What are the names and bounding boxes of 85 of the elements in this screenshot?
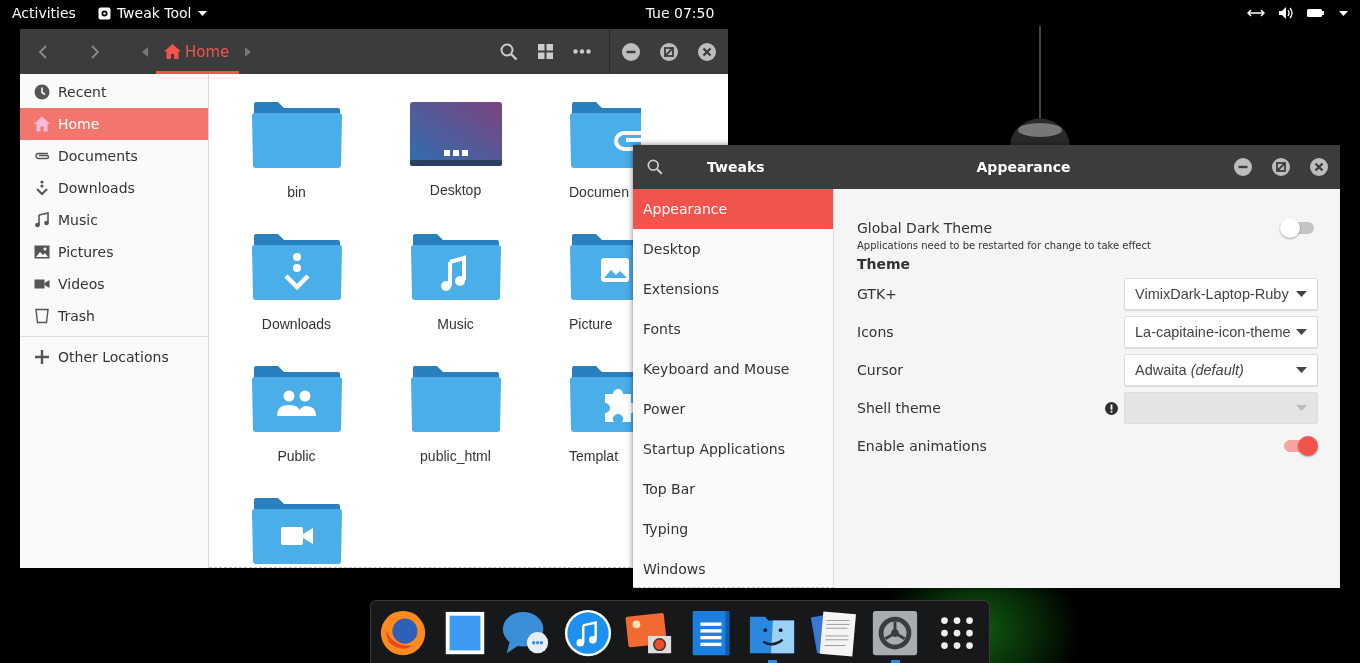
folder-name: public_html <box>420 448 491 464</box>
sidebar-item[interactable]: Pictures <box>20 236 208 268</box>
app-menu[interactable]: Tweak Tool <box>97 5 207 21</box>
dropdown[interactable]: Adwaita (default) <box>1124 354 1318 386</box>
sidebar-item[interactable]: Fonts <box>633 309 833 349</box>
window-title: Tweaks <box>707 159 765 175</box>
activities-button[interactable]: Activities <box>12 5 76 21</box>
folder-name: Documen <box>569 184 629 200</box>
caret-icon <box>1296 329 1307 335</box>
dropdown[interactable]: VimixDark-Laptop-Ruby <box>1124 278 1318 310</box>
dropdown[interactable]: La-capitaine-icon-theme <box>1124 316 1318 348</box>
close-icon[interactable] <box>698 42 716 61</box>
folder-name: Music <box>437 316 474 332</box>
picture-icon <box>34 244 50 260</box>
music-icon <box>34 212 50 228</box>
folder-download-icon[interactable] <box>250 234 343 300</box>
clock-icon <box>34 84 50 100</box>
sidebar-item[interactable]: Music <box>20 204 208 236</box>
sidebar-item[interactable]: Startup Applications <box>633 429 833 469</box>
caret-icon <box>1296 367 1307 373</box>
sidebar-item[interactable]: Power <box>633 389 833 429</box>
minimize-icon[interactable] <box>1234 158 1252 176</box>
sidebar-item[interactable]: Keyboard and Mouse <box>633 349 833 389</box>
plus-icon <box>34 349 50 365</box>
page-title: Appearance <box>975 159 1072 175</box>
scroll-left-icon[interactable] <box>142 46 148 57</box>
grid-view-icon[interactable] <box>538 44 553 59</box>
trash-icon <box>34 308 50 324</box>
folder-name: Downloads <box>261 316 332 332</box>
more-icon[interactable] <box>573 49 591 54</box>
home-icon <box>34 116 50 132</box>
caret-icon <box>197 10 207 16</box>
sidebar-item[interactable]: Top Bar <box>633 469 833 509</box>
app-icon <box>97 6 111 20</box>
folder-people-icon[interactable] <box>250 366 343 432</box>
back-icon[interactable] <box>38 43 48 60</box>
sidebar-item[interactable]: Typing <box>633 509 833 549</box>
sidebar-item[interactable]: Recent <box>20 76 208 108</box>
caret-icon <box>1296 405 1307 411</box>
folder-clip-icon[interactable] <box>569 102 641 168</box>
browser-icon[interactable] <box>378 609 428 658</box>
close-icon[interactable] <box>1310 158 1328 176</box>
folder-plain-icon[interactable] <box>250 102 343 168</box>
setting-note: Applications need to be restarted for change to take effect <box>857 240 1152 251</box>
volume-icon[interactable] <box>1279 7 1293 19</box>
music-icon[interactable] <box>562 609 613 658</box>
notes-icon[interactable] <box>808 609 859 658</box>
home-icon <box>164 44 181 59</box>
sidebar-item[interactable]: Other Locations <box>20 341 208 373</box>
setting-label: GTK+ <box>857 286 897 302</box>
sidebar-item[interactable]: Extensions <box>633 269 833 309</box>
forward-icon[interactable] <box>90 43 100 60</box>
setting-label: Global Dark Theme <box>857 220 993 236</box>
folder-video-icon[interactable] <box>250 498 343 564</box>
folder-music-icon[interactable] <box>409 234 502 300</box>
folder-name: Public <box>277 448 316 464</box>
setting-label: Enable animations <box>857 438 987 454</box>
scroll-right-icon[interactable] <box>245 46 252 57</box>
folder-name: Templat <box>569 448 619 464</box>
folder-name: bin <box>287 184 306 200</box>
maximize-icon[interactable] <box>1272 158 1290 176</box>
sidebar-item[interactable]: Downloads <box>20 172 208 204</box>
setting-label: Shell theme <box>857 400 941 416</box>
section-heading: Theme <box>857 255 912 274</box>
search-icon[interactable] <box>647 159 663 175</box>
desktop-icon[interactable] <box>409 102 502 166</box>
download-icon <box>34 180 50 196</box>
battery-icon[interactable] <box>1307 8 1325 18</box>
folder-name: Desktop <box>429 182 482 198</box>
caret-icon[interactable] <box>1339 10 1348 16</box>
network-icon[interactable] <box>1247 8 1265 18</box>
setting-label: Icons <box>857 324 894 340</box>
clock[interactable]: Tue 07:50 <box>645 5 715 21</box>
maximize-icon[interactable] <box>660 42 678 61</box>
sidebar-item[interactable]: Desktop <box>633 229 833 269</box>
folder-name: Picture <box>569 316 613 332</box>
minimize-icon[interactable] <box>622 42 640 61</box>
search-icon[interactable] <box>500 42 518 61</box>
sidebar-item[interactable]: Windows <box>633 549 833 589</box>
sidebar-item[interactable]: Documents <box>20 140 208 172</box>
sidebar-item[interactable]: Videos <box>20 268 208 300</box>
caret-icon <box>1296 291 1307 297</box>
setting-label: Cursor <box>857 362 904 378</box>
folder-plain-icon[interactable] <box>409 366 502 432</box>
sidebar-item[interactable]: Trash <box>20 300 208 332</box>
